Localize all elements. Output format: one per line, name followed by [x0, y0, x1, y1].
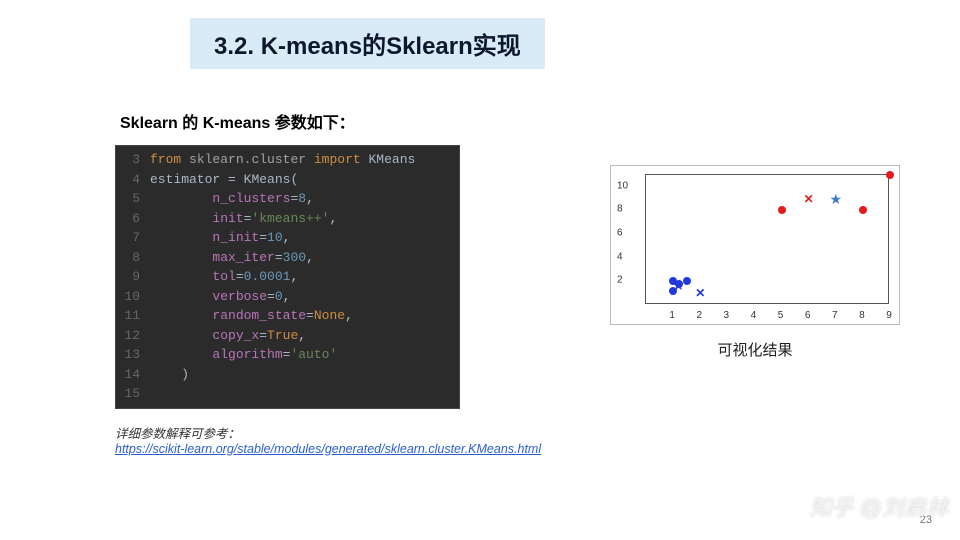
slide-subtitle: Sklearn 的 K-means 参数如下：: [120, 109, 960, 133]
footnote-link[interactable]: https://scikit-learn.org/stable/modules/…: [115, 442, 541, 456]
y-tick: 6: [617, 228, 623, 239]
code-line: 10 verbose=0,: [116, 287, 459, 307]
page-number: 23: [920, 514, 932, 526]
code-line: 15: [116, 384, 459, 404]
x-tick: 7: [832, 310, 838, 321]
content-row: 3from sklearn.cluster import KMeans4esti…: [115, 145, 960, 409]
x-tick: 6: [805, 310, 811, 321]
plot-point: [886, 171, 894, 179]
code-line: 8 max_iter=300,: [116, 248, 459, 268]
code-line: 13 algorithm='auto': [116, 345, 459, 365]
plot-point: ✕: [804, 193, 814, 205]
x-tick: 4: [751, 310, 757, 321]
footnote: 详细参数解释可参考： https://scikit-learn.org/stab…: [115, 423, 960, 456]
x-tick: 3: [724, 310, 730, 321]
x-tick: 5: [778, 310, 784, 321]
plot-caption: 可视化结果: [717, 339, 792, 360]
plot-point: [778, 206, 786, 214]
plot-point: ✕: [695, 287, 705, 299]
code-line: 4estimator = KMeans(: [116, 170, 459, 190]
x-tick: 2: [696, 310, 702, 321]
y-tick: 8: [617, 204, 623, 215]
code-line: 6 init='kmeans++',: [116, 209, 459, 229]
x-tick: 9: [886, 310, 892, 321]
code-line: 11 random_state=None,: [116, 306, 459, 326]
scatter-plot: ★✕✕★ 246810123456789: [610, 165, 900, 325]
x-tick: 8: [859, 310, 865, 321]
y-tick: 10: [617, 180, 628, 191]
y-tick: 2: [617, 275, 623, 286]
code-line: 7 n_init=10,: [116, 228, 459, 248]
plot-point: ★: [829, 192, 842, 206]
plot-point: ★: [672, 278, 685, 292]
code-line: 3from sklearn.cluster import KMeans: [116, 150, 459, 170]
code-block: 3from sklearn.cluster import KMeans4esti…: [115, 145, 460, 409]
x-tick: 1: [669, 310, 675, 321]
code-line: 9 tol=0.0001,: [116, 267, 459, 287]
code-line: 14 ): [116, 365, 459, 385]
slide-title: 3.2. K-means的Sklearn实现: [190, 18, 545, 69]
code-line: 12 copy_x=True,: [116, 326, 459, 346]
plot-point: [859, 206, 867, 214]
plot-area: ★✕✕★ 246810123456789 可视化结果: [610, 165, 900, 360]
code-line: 5 n_clusters=8,: [116, 189, 459, 209]
footnote-label: 详细参数解释可参考：: [115, 427, 240, 441]
y-tick: 4: [617, 251, 623, 262]
